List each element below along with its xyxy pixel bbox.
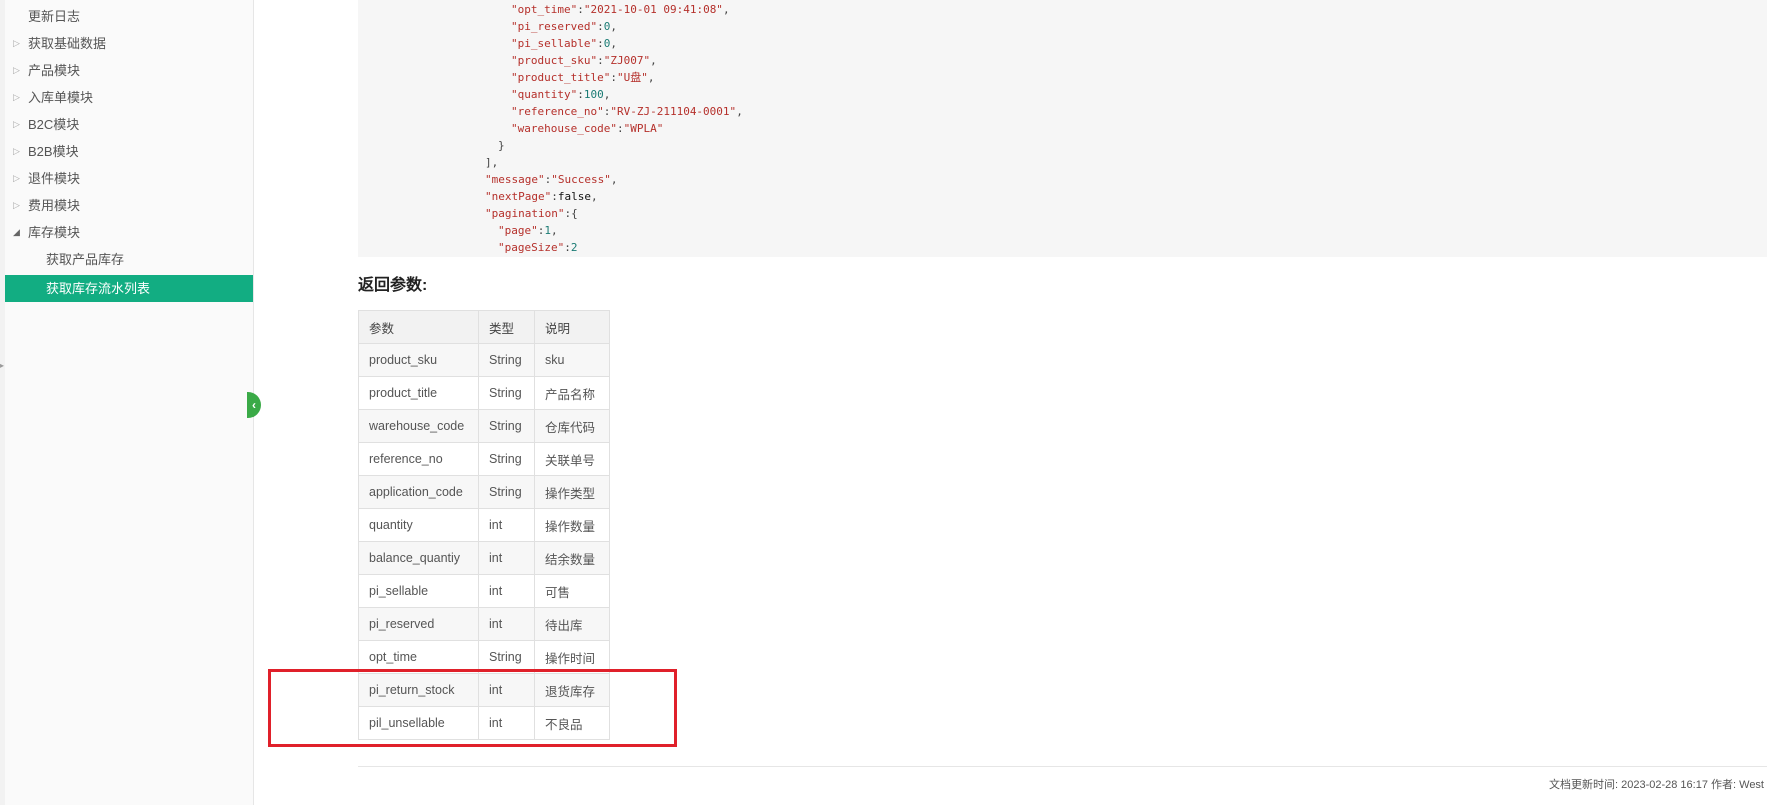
param-type-cell: int bbox=[478, 607, 535, 641]
sidebar-item-label: 费用模块 bbox=[28, 198, 81, 213]
table-row: reference_no String 关联单号 bbox=[358, 442, 610, 476]
param-name-cell: warehouse_code bbox=[358, 409, 479, 443]
sidebar: 更新日志 ▷ 获取基础数据 ▷ 产品模块 ▷ 入库单模块 ▷ B2C模块 ▷ B… bbox=[5, 0, 254, 805]
code-line: ], bbox=[485, 156, 499, 169]
param-type-cell: int bbox=[478, 508, 535, 542]
sidebar-item-changelog[interactable]: 更新日志 bbox=[5, 3, 253, 30]
sidebar-item-label: B2C模块 bbox=[28, 117, 80, 132]
sidebar-item-fees[interactable]: ▷ 费用模块 bbox=[5, 192, 253, 219]
code-line: "product_title":"U盘", bbox=[511, 71, 655, 84]
header-param: 参数 bbox=[358, 310, 479, 344]
code-line: "pi_reserved":0, bbox=[511, 20, 617, 33]
code-line: "pageSize":2 bbox=[498, 241, 578, 254]
footer-divider bbox=[358, 766, 1767, 767]
param-type-cell: int bbox=[478, 541, 535, 575]
sidebar-item-label: 入库单模块 bbox=[28, 90, 94, 105]
table-row: quantity int 操作数量 bbox=[358, 508, 610, 542]
param-type-cell: String bbox=[478, 376, 535, 410]
param-desc-cell: 操作类型 bbox=[534, 475, 610, 509]
caret-right-icon: ▷ bbox=[13, 146, 20, 156]
param-desc-cell: 结余数量 bbox=[534, 541, 610, 575]
sidebar-item-label: 退件模块 bbox=[28, 171, 81, 186]
sidebar-subitem-stock-flow-list[interactable]: 获取库存流水列表 bbox=[5, 275, 253, 302]
param-desc-cell: 产品名称 bbox=[534, 376, 610, 410]
collapse-sidebar-button[interactable]: ‹ bbox=[247, 392, 261, 418]
caret-right-icon: ▷ bbox=[13, 200, 20, 210]
param-name-cell: product_title bbox=[358, 376, 479, 410]
sidebar-item-label: 更新日志 bbox=[28, 9, 81, 24]
param-desc-cell: 待出库 bbox=[534, 607, 610, 641]
param-name-cell: pi_sellable bbox=[358, 574, 479, 608]
code-line: "quantity":100, bbox=[511, 88, 611, 101]
header-type: 类型 bbox=[478, 310, 535, 344]
param-name-cell: pi_reserved bbox=[358, 607, 479, 641]
table-row: warehouse_code String 仓库代码 bbox=[358, 409, 610, 443]
expand-arrow-icon[interactable]: ▸ bbox=[0, 361, 4, 370]
highlight-annotation-box bbox=[268, 669, 677, 747]
param-name-cell: reference_no bbox=[358, 442, 479, 476]
caret-right-icon: ▷ bbox=[13, 65, 20, 75]
param-type-cell: String bbox=[478, 442, 535, 476]
header-description: 说明 bbox=[534, 310, 610, 344]
sidebar-item-label: B2B模块 bbox=[28, 144, 79, 159]
caret-right-icon: ▷ bbox=[13, 38, 20, 48]
table-row: product_sku String sku bbox=[358, 343, 610, 377]
param-desc-cell: sku bbox=[534, 343, 610, 377]
table-row: balance_quantiy int 结余数量 bbox=[358, 541, 610, 575]
table-row: pi_sellable int 可售 bbox=[358, 574, 610, 608]
code-line: "reference_no":"RV-ZJ-211104-0001", bbox=[511, 105, 743, 118]
sidebar-item-label: 库存模块 bbox=[28, 225, 81, 240]
sidebar-item-inventory[interactable]: ◢ 库存模块 bbox=[5, 219, 253, 246]
param-desc-cell: 仓库代码 bbox=[534, 409, 610, 443]
caret-right-icon: ▷ bbox=[13, 119, 20, 129]
param-desc-cell: 操作数量 bbox=[534, 508, 610, 542]
caret-right-icon: ▷ bbox=[13, 173, 20, 183]
return-params-heading: 返回参数: bbox=[358, 277, 428, 294]
sidebar-item-b2c[interactable]: ▷ B2C模块 bbox=[5, 111, 253, 138]
code-line: "pi_sellable":0, bbox=[511, 37, 617, 50]
param-type-cell: String bbox=[478, 475, 535, 509]
sidebar-item-label: 获取基础数据 bbox=[28, 36, 107, 51]
param-name-cell: quantity bbox=[358, 508, 479, 542]
table-row: application_code String 操作类型 bbox=[358, 475, 610, 509]
sidebar-item-returns[interactable]: ▷ 退件模块 bbox=[5, 165, 253, 192]
sidebar-item-b2b[interactable]: ▷ B2B模块 bbox=[5, 138, 253, 165]
response-code-block: "opt_time":"2021-10-01 09:41:08", "pi_re… bbox=[358, 0, 1767, 257]
sidebar-subitem-label: 获取产品库存 bbox=[46, 252, 125, 267]
param-type-cell: String bbox=[478, 343, 535, 377]
code-line: "warehouse_code":"WPLA" bbox=[511, 122, 664, 135]
param-type-cell: int bbox=[478, 574, 535, 608]
code-line: "pagination":{ bbox=[485, 207, 578, 220]
code-line: "message":"Success", bbox=[485, 173, 618, 186]
param-desc-cell: 可售 bbox=[534, 574, 610, 608]
param-type-cell: String bbox=[478, 409, 535, 443]
chevron-left-icon: ‹ bbox=[252, 398, 256, 412]
sidebar-item-label: 产品模块 bbox=[28, 63, 81, 78]
param-name-cell: application_code bbox=[358, 475, 479, 509]
sidebar-item-product[interactable]: ▷ 产品模块 bbox=[5, 57, 253, 84]
sidebar-item-inbound[interactable]: ▷ 入库单模块 bbox=[5, 84, 253, 111]
sidebar-item-basic-data[interactable]: ▷ 获取基础数据 bbox=[5, 30, 253, 57]
caret-down-icon: ◢ bbox=[13, 227, 20, 237]
code-line: "nextPage":false, bbox=[485, 190, 598, 203]
param-name-cell: balance_quantiy bbox=[358, 541, 479, 575]
code-line: "product_sku":"ZJ007", bbox=[511, 54, 657, 67]
code-line: } bbox=[498, 139, 505, 152]
sidebar-subitem-product-stock[interactable]: 获取产品库存 bbox=[5, 246, 253, 273]
caret-right-icon: ▷ bbox=[13, 92, 20, 102]
code-line: "page":1, bbox=[498, 224, 558, 237]
table-row: pi_reserved int 待出库 bbox=[358, 607, 610, 641]
table-row: product_title String 产品名称 bbox=[358, 376, 610, 410]
sidebar-subitem-label: 获取库存流水列表 bbox=[46, 281, 151, 296]
doc-update-info: 文档更新时间: 2023-02-28 16:17 作者: West bbox=[1549, 779, 1764, 791]
param-name-cell: product_sku bbox=[358, 343, 479, 377]
table-header-row: 参数 类型 说明 bbox=[358, 310, 610, 344]
param-desc-cell: 关联单号 bbox=[534, 442, 610, 476]
code-line: "opt_time":"2021-10-01 09:41:08", bbox=[511, 3, 730, 16]
